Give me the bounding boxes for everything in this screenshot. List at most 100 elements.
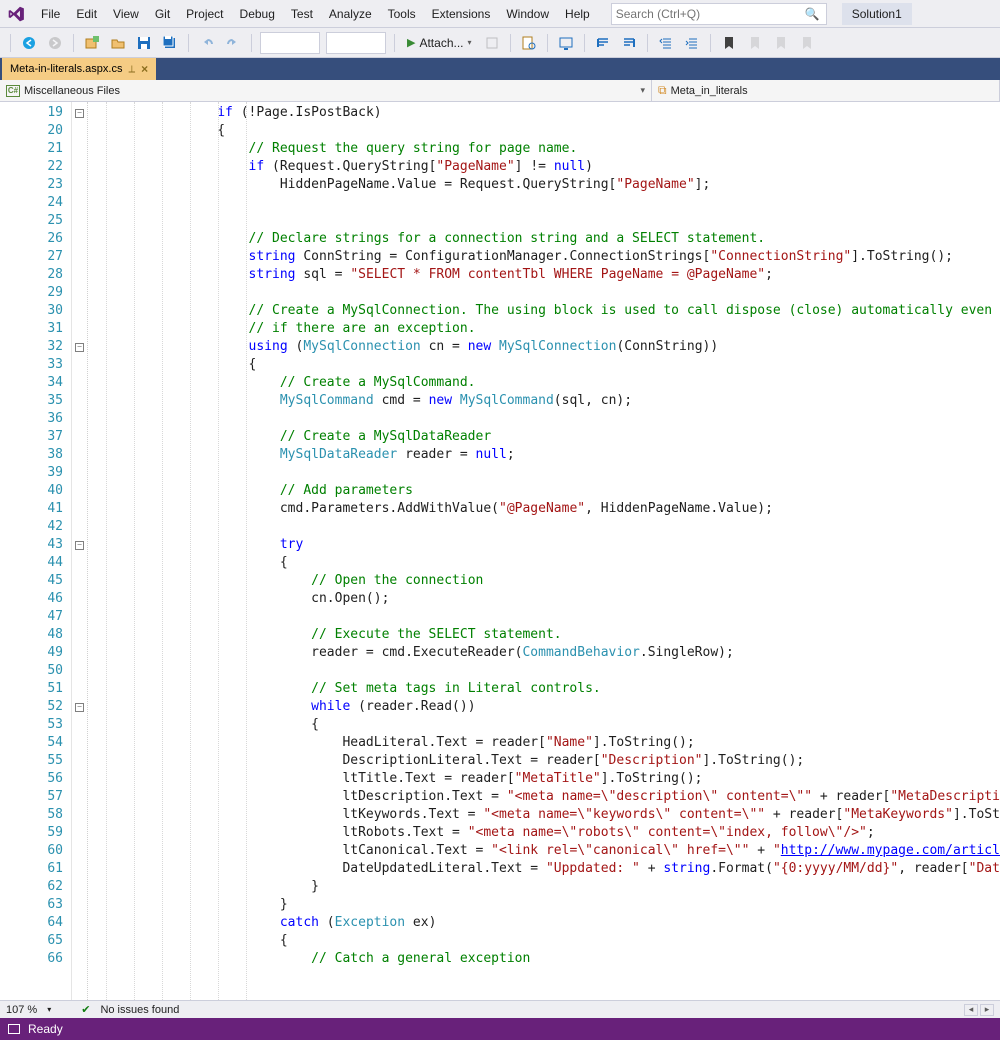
menu-edit[interactable]: Edit bbox=[68, 3, 105, 25]
solution-picker[interactable]: Solution1 bbox=[842, 3, 912, 25]
code-line[interactable]: // Declare strings for a connection stri… bbox=[92, 230, 1000, 248]
save-button[interactable] bbox=[132, 32, 156, 54]
code-line[interactable]: if (!Page.IsPostBack) bbox=[92, 104, 1000, 122]
scroll-split-controls[interactable]: ◂ ▸ bbox=[964, 1004, 994, 1016]
undo-button[interactable] bbox=[195, 32, 219, 54]
project-context-dropdown[interactable]: C# Miscellaneous Files ▾ bbox=[0, 80, 652, 101]
search-input[interactable] bbox=[616, 7, 822, 21]
menu-view[interactable]: View bbox=[105, 3, 147, 25]
code-line[interactable] bbox=[92, 518, 1000, 536]
code-line[interactable]: HeadLiteral.Text = reader["Name"].ToStri… bbox=[92, 734, 1000, 752]
code-line[interactable]: { bbox=[92, 122, 1000, 140]
menu-debug[interactable]: Debug bbox=[232, 3, 283, 25]
menu-git[interactable]: Git bbox=[147, 3, 178, 25]
code-line[interactable]: } bbox=[92, 878, 1000, 896]
prev-bookmark-button[interactable] bbox=[743, 32, 767, 54]
code-line[interactable]: // Open the connection bbox=[92, 572, 1000, 590]
code-line[interactable]: // Create a MySqlCommand. bbox=[92, 374, 1000, 392]
code-line[interactable]: ltDescription.Text = "<meta name=\"descr… bbox=[92, 788, 1000, 806]
fold-toggle[interactable]: − bbox=[72, 338, 87, 356]
code-line[interactable]: cmd.Parameters.AddWithValue("@PageName",… bbox=[92, 500, 1000, 518]
code-line[interactable] bbox=[92, 464, 1000, 482]
code-line[interactable]: // Create a MySqlDataReader bbox=[92, 428, 1000, 446]
code-surface[interactable]: if (!Page.IsPostBack) { // Request the q… bbox=[88, 102, 1000, 1000]
menu-window[interactable]: Window bbox=[498, 3, 557, 25]
new-project-button[interactable] bbox=[80, 32, 104, 54]
menu-tools[interactable]: Tools bbox=[380, 3, 424, 25]
menu-extensions[interactable]: Extensions bbox=[424, 3, 499, 25]
code-line[interactable]: { bbox=[92, 356, 1000, 374]
pin-icon[interactable]: ⟂ bbox=[128, 64, 135, 75]
code-line[interactable]: // Catch a general exception bbox=[92, 950, 1000, 968]
scroll-right-icon[interactable]: ▸ bbox=[980, 1004, 994, 1016]
solution-config-dropdown[interactable] bbox=[260, 32, 320, 54]
menu-project[interactable]: Project bbox=[178, 3, 231, 25]
menu-test[interactable]: Test bbox=[283, 3, 321, 25]
bookmark-button[interactable] bbox=[717, 32, 741, 54]
code-line[interactable]: HiddenPageName.Value = Request.QueryStri… bbox=[92, 176, 1000, 194]
outlining-margin[interactable]: − − − − bbox=[72, 102, 88, 1000]
code-line[interactable]: if (Request.QueryString["PageName"] != n… bbox=[92, 158, 1000, 176]
code-line[interactable]: // Set meta tags in Literal controls. bbox=[92, 680, 1000, 698]
code-line[interactable] bbox=[92, 212, 1000, 230]
uncomment-button[interactable] bbox=[617, 32, 641, 54]
step-button[interactable] bbox=[480, 32, 504, 54]
code-line[interactable]: { bbox=[92, 716, 1000, 734]
code-line[interactable]: while (reader.Read()) bbox=[92, 698, 1000, 716]
code-line[interactable]: cn.Open(); bbox=[92, 590, 1000, 608]
code-line[interactable]: // Create a MySqlConnection. The using b… bbox=[92, 302, 1000, 320]
open-file-button[interactable] bbox=[106, 32, 130, 54]
increase-indent-button[interactable] bbox=[680, 32, 704, 54]
code-line[interactable]: { bbox=[92, 932, 1000, 950]
code-line[interactable]: string ConnString = ConfigurationManager… bbox=[92, 248, 1000, 266]
type-dropdown[interactable]: ⧉ Meta_in_literals bbox=[652, 80, 1000, 101]
code-line[interactable]: reader = cmd.ExecuteReader(CommandBehavi… bbox=[92, 644, 1000, 662]
code-line[interactable]: ltTitle.Text = reader["MetaTitle"].ToStr… bbox=[92, 770, 1000, 788]
menu-help[interactable]: Help bbox=[557, 3, 598, 25]
comment-out-button[interactable] bbox=[591, 32, 615, 54]
code-editor[interactable]: 1920212223242526272829303132333435363738… bbox=[0, 102, 1000, 1000]
code-line[interactable] bbox=[92, 410, 1000, 428]
code-line[interactable]: MySqlDataReader reader = null; bbox=[92, 446, 1000, 464]
live-share-button[interactable] bbox=[554, 32, 578, 54]
find-in-files-button[interactable] bbox=[517, 32, 541, 54]
redo-button[interactable] bbox=[221, 32, 245, 54]
clear-bookmarks-button[interactable] bbox=[795, 32, 819, 54]
back-button[interactable] bbox=[17, 32, 41, 54]
code-line[interactable] bbox=[92, 608, 1000, 626]
code-line[interactable]: DescriptionLiteral.Text = reader["Descri… bbox=[92, 752, 1000, 770]
code-line[interactable] bbox=[92, 194, 1000, 212]
code-line[interactable]: catch (Exception ex) bbox=[92, 914, 1000, 932]
code-line[interactable]: MySqlCommand cmd = new MySqlCommand(sql,… bbox=[92, 392, 1000, 410]
code-line[interactable]: // Request the query string for page nam… bbox=[92, 140, 1000, 158]
fold-toggle[interactable]: − bbox=[72, 104, 87, 122]
fold-toggle[interactable]: − bbox=[72, 698, 87, 716]
code-line[interactable]: using (MySqlConnection cn = new MySqlCon… bbox=[92, 338, 1000, 356]
decrease-indent-button[interactable] bbox=[654, 32, 678, 54]
code-line[interactable]: ltRobots.Text = "<meta name=\"robots\" c… bbox=[92, 824, 1000, 842]
code-line[interactable]: ltKeywords.Text = "<meta name=\"keywords… bbox=[92, 806, 1000, 824]
scroll-left-icon[interactable]: ◂ bbox=[964, 1004, 978, 1016]
issues-label[interactable]: No issues found bbox=[100, 1004, 179, 1016]
next-bookmark-button[interactable] bbox=[769, 32, 793, 54]
forward-button[interactable] bbox=[43, 32, 67, 54]
document-tab[interactable]: Meta-in-literals.aspx.cs ⟂ × bbox=[2, 58, 156, 80]
menu-analyze[interactable]: Analyze bbox=[321, 3, 380, 25]
code-line[interactable]: // if there are an exception. bbox=[92, 320, 1000, 338]
zoom-level[interactable]: 107 % bbox=[6, 1004, 37, 1016]
code-line[interactable]: DateUpdatedLiteral.Text = "Uppdated: " +… bbox=[92, 860, 1000, 878]
code-line[interactable]: // Execute the SELECT statement. bbox=[92, 626, 1000, 644]
global-search[interactable]: 🔍 bbox=[611, 3, 827, 25]
menu-file[interactable]: File bbox=[33, 3, 68, 25]
code-line[interactable]: ltCanonical.Text = "<link rel=\"canonica… bbox=[92, 842, 1000, 860]
code-line[interactable]: string sql = "SELECT * FROM contentTbl W… bbox=[92, 266, 1000, 284]
close-icon[interactable]: × bbox=[141, 62, 148, 76]
code-line[interactable] bbox=[92, 284, 1000, 302]
attach-debugger-button[interactable]: ▶ Attach... ▾ bbox=[401, 32, 478, 54]
code-line[interactable]: { bbox=[92, 554, 1000, 572]
fold-toggle[interactable]: − bbox=[72, 536, 87, 554]
code-line[interactable] bbox=[92, 662, 1000, 680]
code-line[interactable]: // Add parameters bbox=[92, 482, 1000, 500]
code-line[interactable]: } bbox=[92, 896, 1000, 914]
save-all-button[interactable] bbox=[158, 32, 182, 54]
